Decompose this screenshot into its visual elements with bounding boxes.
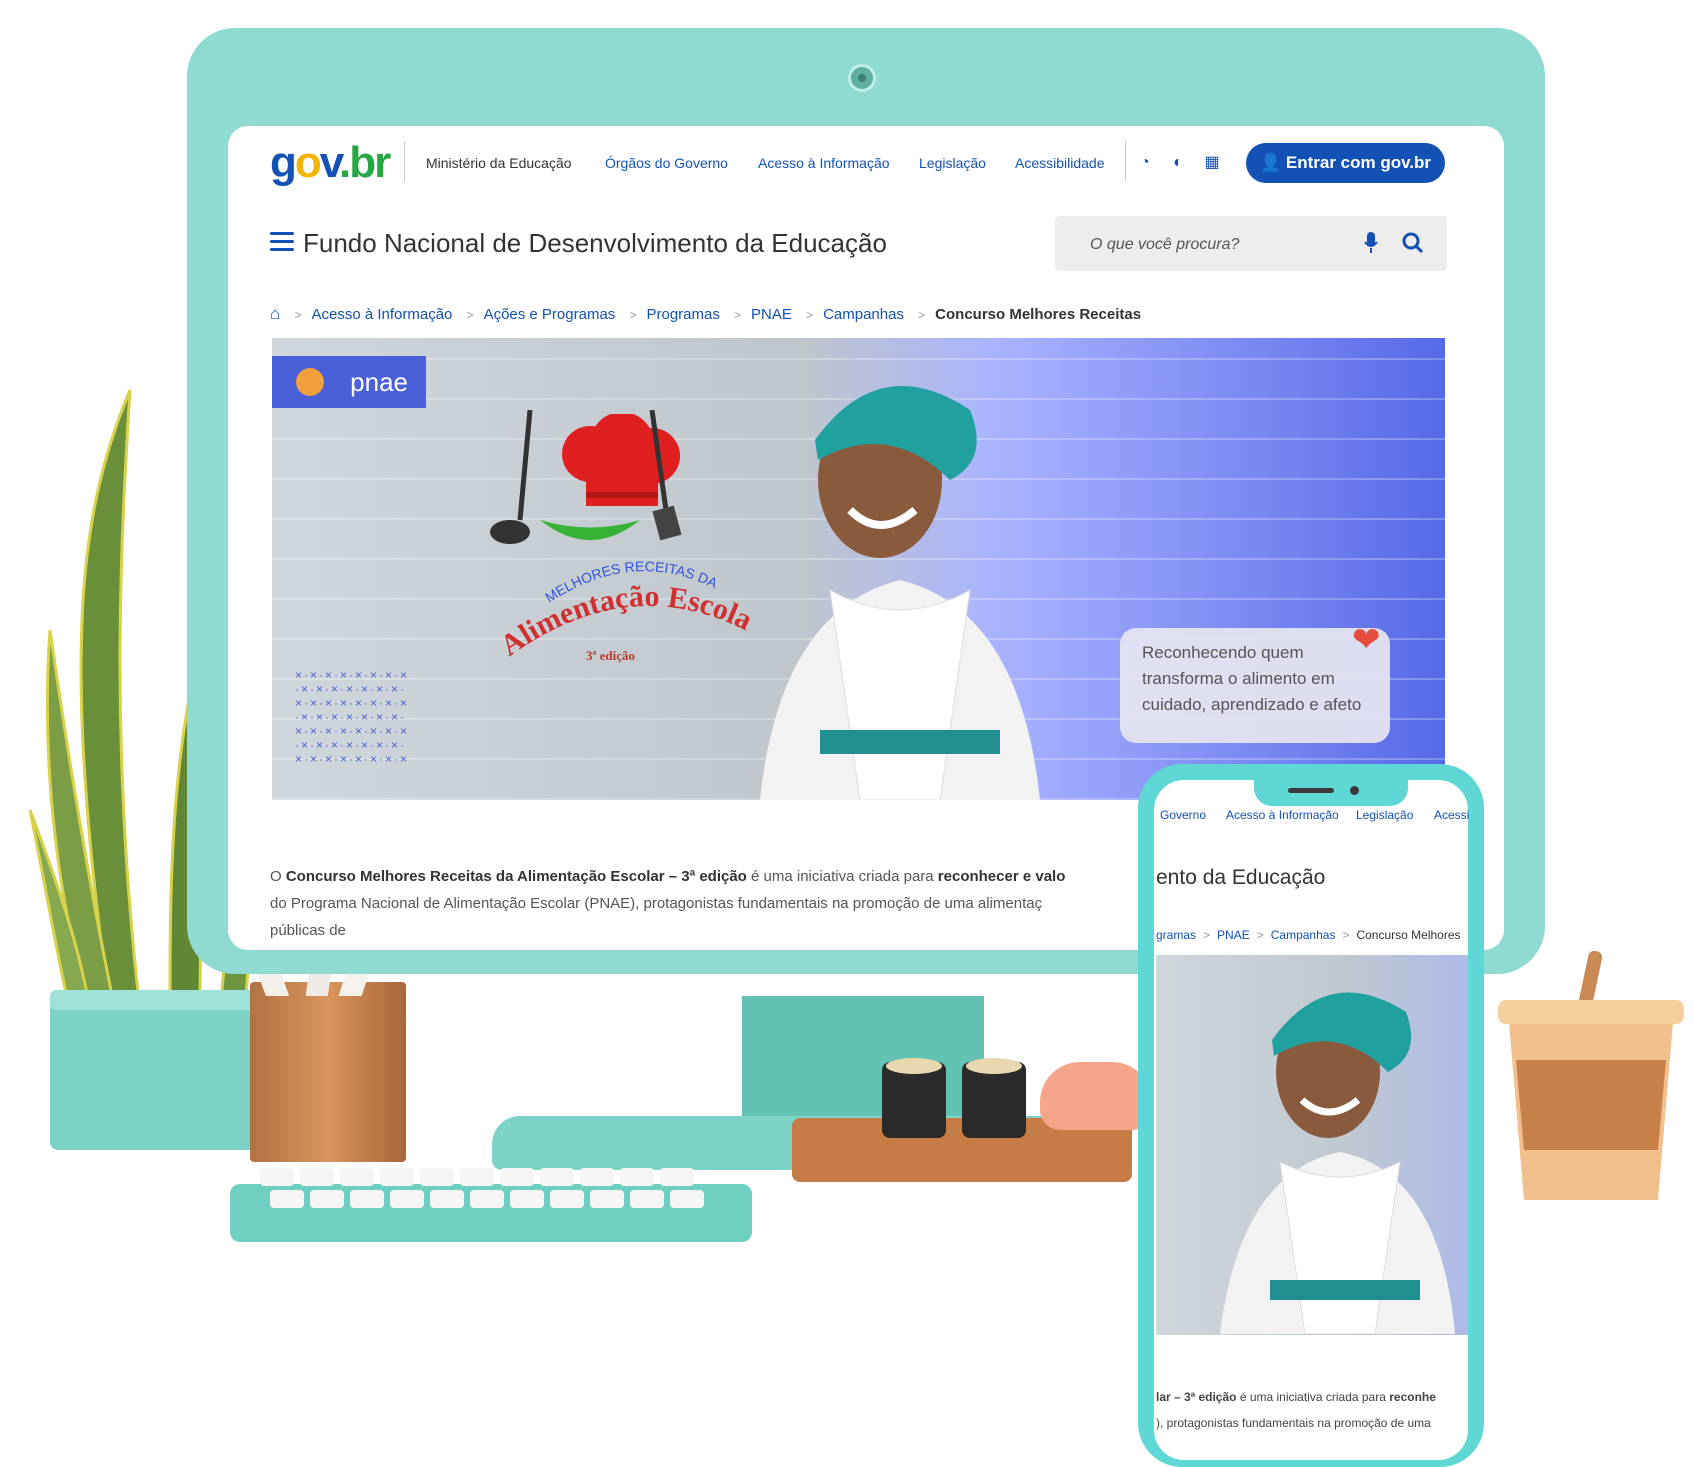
intro-bold: Concurso Melhores Receitas da Alimentaçã…	[285, 868, 747, 885]
intro-text: públicas de	[270, 922, 346, 939]
heart-icon: ❤	[1352, 621, 1381, 659]
user-icon: 👤	[1259, 153, 1282, 172]
logo-letter: o	[294, 138, 322, 187]
header-divider	[1125, 142, 1126, 182]
pen-holder	[250, 982, 406, 1162]
breadcrumb: ⌂ > Acesso à Informação > Ações e Programa…	[270, 304, 1142, 323]
home-icon[interactable]: ⌂	[270, 304, 280, 323]
sushi-top	[886, 1058, 942, 1074]
header-link-legislacao[interactable]: Legislação	[919, 155, 986, 171]
logo-letter: v	[319, 138, 341, 187]
logo-line2: Alimentação Escolar	[495, 540, 755, 660]
keyboard-decoration	[230, 1168, 752, 1242]
intro-bold: reconhe	[1389, 1390, 1436, 1404]
breadcrumb-current: Concurso Melhores Receitas	[935, 306, 1142, 323]
contest-logo-text: MELHORES RECEITAS DA Alimentação Escolar	[495, 540, 755, 660]
sushi-top	[966, 1058, 1022, 1074]
logo-letter: g	[270, 138, 297, 187]
mobile-intro-paragraph: lar – 3ª edição é uma iniciativa criada …	[1156, 1384, 1468, 1436]
breadcrumb-item[interactable]: gramas	[1156, 928, 1196, 942]
header-divider	[404, 142, 405, 182]
intro-text: ), protagonistas fundamentais na promoçã…	[1156, 1416, 1431, 1430]
breadcrumb-item[interactable]: Campanhas	[823, 306, 904, 323]
cook-photo	[760, 386, 1040, 800]
site-title: Fundo Nacional de Desenvolvimento da Edu…	[303, 228, 887, 258]
theme-icon[interactable]: ◐	[1169, 154, 1187, 172]
govbr-logo[interactable]: gov.br	[270, 138, 391, 188]
mobile-cook-photo	[1220, 992, 1455, 1334]
header-link-acesso[interactable]: Acesso à Informação	[758, 155, 890, 171]
utensils-icon	[490, 410, 682, 544]
logo-letter: .br	[339, 138, 391, 187]
breadcrumb-item[interactable]: Acesso à Informação	[311, 306, 452, 323]
intro-bold: reconhecer e valo	[937, 868, 1066, 885]
coffee-cup-decoration	[1498, 950, 1684, 1200]
pnae-logo-icon	[296, 368, 324, 396]
phone-camera-icon	[1350, 786, 1359, 795]
intro-text: é uma iniciativa criada para	[746, 868, 938, 885]
monitor-stand	[742, 996, 984, 1134]
phone-speaker	[1288, 788, 1334, 793]
mobile-site-title: ento da Educação	[1156, 866, 1326, 889]
breadcrumb-item[interactable]: Programas	[646, 306, 719, 323]
webcam-icon	[848, 64, 876, 92]
mobile-link-legislacao[interactable]: Legislação	[1356, 808, 1413, 822]
login-button[interactable]: 👤 Entrar com gov.br	[1246, 143, 1445, 183]
search-icon[interactable]	[1402, 232, 1424, 254]
quote-card: Reconhecendo quem transforma o alimento …	[1120, 628, 1390, 743]
hamburger-menu-icon[interactable]	[270, 232, 294, 252]
svg-text:Alimentação Escolar: Alimentação Escolar	[495, 540, 755, 660]
breadcrumb-item[interactable]: Ações e Programas	[484, 306, 616, 323]
login-label: Entrar com gov.br	[1285, 153, 1432, 172]
header-link-ministerio[interactable]: Ministério da Educação	[426, 155, 572, 171]
header-link-orgaos[interactable]: Órgãos do Governo	[605, 155, 728, 171]
decorative-pattern: ×·×·×·×·×·×·×·× ·×·×·×·×·×·×·×· ×·×·×·×·×·…	[295, 668, 410, 766]
breadcrumb-item[interactable]: PNAE	[751, 306, 792, 323]
edition-label: 3ª edição	[586, 648, 636, 663]
apps-grid-icon[interactable]: ▦	[1203, 154, 1221, 172]
intro-bold: lar – 3ª edição	[1156, 1390, 1237, 1404]
nigiri	[1040, 1062, 1152, 1130]
breadcrumb-current: Concurso Melhores	[1356, 928, 1461, 942]
header-link-acessibilidade[interactable]: Acessibilidade	[1015, 155, 1105, 171]
microphone-icon[interactable]	[1364, 232, 1378, 254]
mobile-link-governo[interactable]: Governo	[1160, 808, 1206, 822]
intro-text: do Programa Nacional de Alimentação Esco…	[270, 895, 1043, 912]
breadcrumb-item[interactable]: Campanhas	[1271, 928, 1336, 942]
intro-text: O	[270, 868, 286, 885]
mobile-link-acessibilidade[interactable]: Acessi	[1434, 808, 1469, 822]
intro-text: é uma iniciativa criada para	[1236, 1390, 1390, 1404]
mobile-breadcrumb: gramas > PNAE > Campanhas > Concurso Melhores	[1156, 928, 1461, 942]
intro-paragraph: O Concurso Melhores Receitas da Alimenta…	[270, 863, 1140, 944]
breadcrumb-item[interactable]: PNAE	[1217, 928, 1250, 942]
search-placeholder: O que você procura?	[1090, 236, 1240, 253]
mobile-link-acesso[interactable]: Acesso à Informação	[1226, 808, 1339, 822]
contrast-icon[interactable]: ◔	[1136, 154, 1154, 172]
